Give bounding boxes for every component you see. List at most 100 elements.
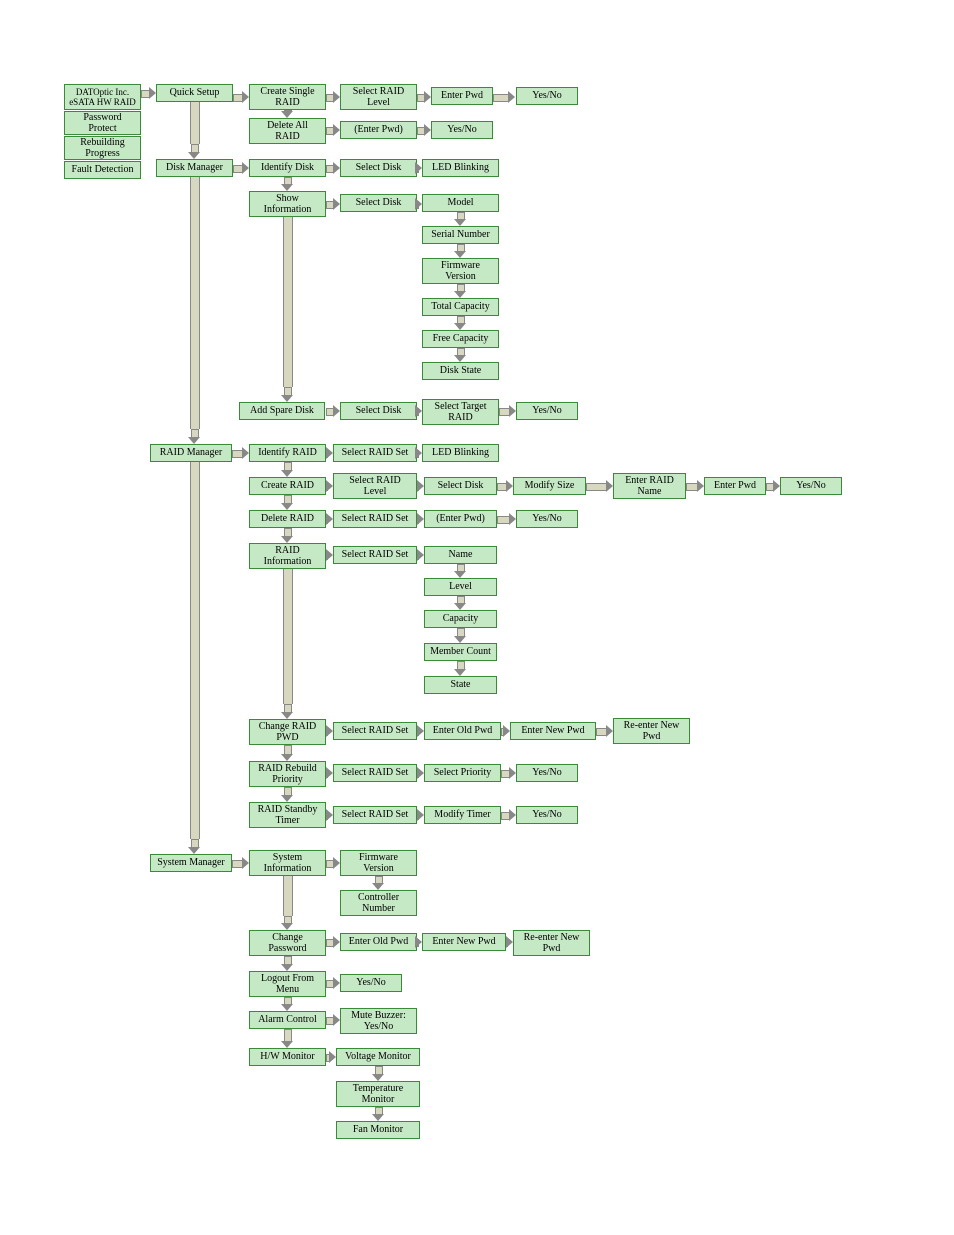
rm-sel-5: Select RAID Set [333,764,417,782]
rm-yn4: Yes/No [516,806,578,824]
arrow-down-icon [281,462,293,477]
connector-vertical [283,217,293,387]
arrow-down-icon [454,244,466,258]
rm-new-pwd: Enter New Pwd [510,722,596,740]
sm-hw: H/W Monitor [249,1048,326,1066]
arrow-right-icon [417,124,431,136]
qs-select-level: Select RAID Level [340,84,417,110]
arrow-down-icon [454,316,466,330]
arrow-right-icon [326,480,333,492]
rm-standby: RAID Standby Timer [249,802,326,828]
arrow-right-icon [417,480,424,492]
arrow-down-icon [281,495,293,510]
arrow-right-icon [417,447,422,459]
sm-fw: Firmware Version [340,850,417,876]
arrow-down-icon [281,387,293,402]
dm-fw: Firmware Version [422,258,499,284]
rm-sel-2: Select RAID Set [333,510,417,528]
sm-sysinfo: System Information [249,850,326,876]
arrow-right-icon [499,405,516,417]
rm-sel-pri: Select Priority [424,764,501,782]
arrow-right-icon [501,809,516,821]
arrow-right-icon [417,513,424,525]
arrow-right-icon [417,91,431,103]
dm-yesno: Yes/No [516,402,578,420]
arrow-right-icon [326,977,340,989]
rm-mod-timer: Modify Timer [424,806,501,824]
arrow-right-icon [493,91,515,103]
arrow-right-icon [686,480,704,492]
arrow-right-icon [326,725,333,737]
rm-info: RAID Information [249,543,326,569]
menu-system-manager: System Manager [150,854,232,872]
arrow-right-icon [501,725,510,737]
arrow-right-icon [326,549,333,561]
sm-change-pwd: Change Password [249,930,326,956]
qs-create-single: Create Single RAID [249,84,326,110]
rm-change-pwd: Change RAID PWD [249,719,326,745]
arrow-right-icon [497,513,516,525]
sidebar-fault-detection: Fault Detection [64,161,141,179]
rm-yn2: Yes/No [516,510,578,528]
arrow-down-icon [281,1029,293,1048]
dm-total: Total Capacity [422,298,499,316]
arrow-down-icon [372,1066,384,1081]
dm-model: Model [422,194,499,212]
arrow-down-icon [188,429,200,444]
sm-ctrl: Controller Number [340,890,417,916]
rm-sel-4: Select RAID Set [333,722,417,740]
arrow-right-icon [596,725,613,737]
arrow-right-icon [501,767,516,779]
sidebar-password-protect: Password Protect [64,111,141,135]
rm-sel-6: Select RAID Set [333,806,417,824]
rm-enter-name: Enter RAID Name [613,473,686,499]
arrow-down-icon [454,348,466,362]
arrow-right-icon [326,447,333,459]
rm-modify-size: Modify Size [513,477,586,495]
arrow-right-icon [417,809,424,821]
sm-alarm: Alarm Control [249,1011,326,1029]
qs-enter-pwd: Enter Pwd [431,87,493,105]
rm-sel-1: Select RAID Set [333,444,417,462]
menu-quick-setup: Quick Setup [156,84,233,102]
qs-enter-pwd-2: (Enter Pwd) [340,121,417,139]
arrow-right-icon [506,936,513,948]
arrow-right-icon [417,936,422,948]
arrow-right-icon [766,480,780,492]
sm-volt: Voltage Monitor [336,1048,420,1066]
arrow-down-icon [188,144,200,159]
arrow-right-icon [326,936,340,948]
arrow-right-icon [233,91,249,103]
rm-name: Name [424,546,497,564]
arrow-right-icon [326,405,340,417]
arrow-right-icon [326,124,340,136]
rm-identify: Identify RAID [249,444,326,462]
sm-new: Enter New Pwd [422,933,506,951]
sm-old: Enter Old Pwd [340,933,417,951]
arrow-right-icon [497,480,513,492]
menu-raid-manager: RAID Manager [150,444,232,462]
dm-select-disk-2: Select Disk [340,194,417,212]
arrow-down-icon [281,997,293,1011]
arrow-down-icon [454,284,466,298]
rm-members: Member Count [424,643,497,661]
dm-state: Disk State [422,362,499,380]
arrow-right-icon [326,91,340,103]
rm-sel-disk: Select Disk [424,477,497,495]
qs-yesno-2: Yes/No [431,121,493,139]
arrow-down-icon [372,876,384,890]
sm-mute: Mute Buzzer: Yes/No [340,1008,417,1034]
arrow-right-icon [417,405,422,417]
sidebar-title: DATOptic Inc. eSATA HW RAID [64,84,141,110]
dm-identify: Identify Disk [249,159,326,177]
rm-yn1: Yes/No [780,477,842,495]
rm-led: LED Blinking [422,444,499,462]
arrow-right-icon [326,162,340,174]
arrow-down-icon [454,564,466,578]
arrow-down-icon [281,704,293,719]
arrow-down-icon [281,110,293,118]
sm-yn: Yes/No [340,974,402,992]
rm-re-pwd: Re-enter New Pwd [613,718,690,744]
arrow-right-icon [417,162,422,174]
rm-yn3: Yes/No [516,764,578,782]
